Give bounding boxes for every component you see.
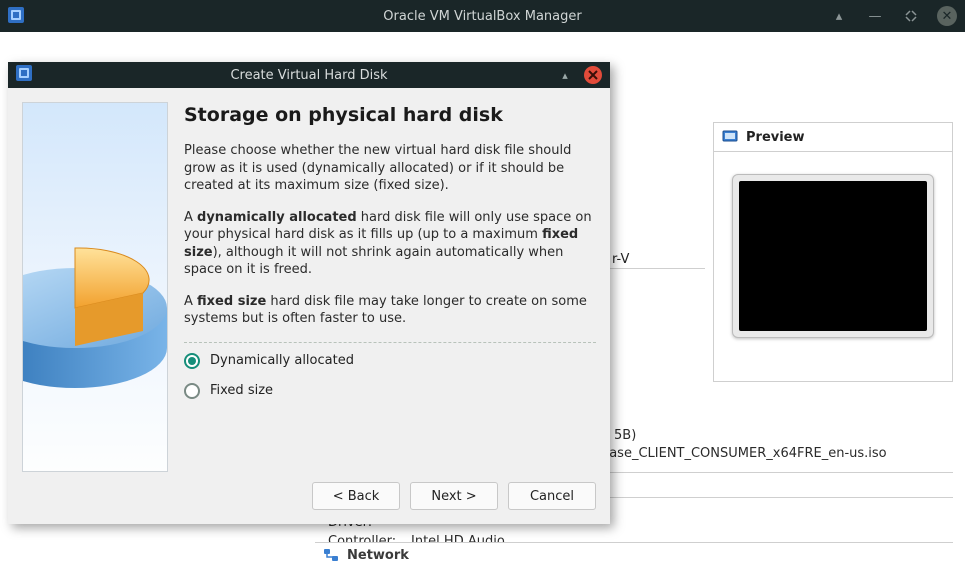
background-hyperv-fragment: r-V — [612, 252, 629, 267]
next-button[interactable]: Next > — [410, 482, 498, 510]
radio-fixed-size[interactable]: Fixed size — [184, 383, 596, 399]
radio-dynamically-allocated[interactable]: Dynamically allocated — [184, 353, 596, 369]
main-body: Preview r-V 5B) 541.co_release_CLIENT_CO… — [0, 32, 965, 567]
radio-indicator-icon — [184, 353, 200, 369]
close-icon[interactable]: ✕ — [937, 6, 957, 26]
shade-icon[interactable]: ▴ — [829, 6, 849, 26]
dialog-paragraph-2: A dynamically allocated hard disk file w… — [184, 209, 596, 279]
virtualbox-app-icon — [8, 7, 26, 25]
preview-panel: Preview — [713, 122, 953, 382]
network-header-label: Network — [347, 548, 409, 563]
dialog-heading: Storage on physical hard disk — [184, 104, 596, 126]
minimize-icon[interactable]: — — [865, 6, 885, 26]
storage-type-radio-group: Dynamically allocated Fixed size — [184, 342, 596, 399]
create-virtual-hard-disk-dialog: Create Virtual Hard Disk ▴ — [8, 62, 610, 524]
dialog-button-bar: < Back Next > Cancel — [8, 472, 610, 524]
radio-label: Fixed size — [210, 383, 273, 398]
preview-header-label: Preview — [746, 130, 805, 145]
preview-icon — [722, 129, 738, 145]
dialog-paragraph-3: A fixed size hard disk file may take lon… — [184, 293, 596, 328]
cancel-button[interactable]: Cancel — [508, 482, 596, 510]
dialog-close-icon[interactable] — [584, 66, 602, 84]
back-button[interactable]: < Back — [312, 482, 400, 510]
preview-thumbnail[interactable] — [739, 181, 927, 331]
main-window-title: Oracle VM VirtualBox Manager — [0, 9, 965, 24]
dialog-shade-icon[interactable]: ▴ — [556, 66, 574, 84]
dialog-paragraph-1: Please choose whether the new virtual ha… — [184, 142, 596, 195]
wizard-graphic — [22, 102, 168, 472]
dialog-title: Create Virtual Hard Disk — [8, 68, 610, 83]
main-titlebar: Oracle VM VirtualBox Manager ▴ — ✕ — [0, 0, 965, 32]
radio-label: Dynamically allocated — [210, 353, 354, 368]
maximize-icon[interactable] — [901, 6, 921, 26]
radio-indicator-icon — [184, 383, 200, 399]
network-icon — [323, 547, 339, 563]
network-section: Network — [300, 542, 953, 567]
dialog-titlebar: Create Virtual Hard Disk ▴ — [8, 62, 610, 88]
main-window: Oracle VM VirtualBox Manager ▴ — ✕ Previ… — [0, 0, 965, 567]
virtualbox-app-icon — [16, 65, 32, 85]
preview-thumbnail-frame — [732, 174, 934, 338]
